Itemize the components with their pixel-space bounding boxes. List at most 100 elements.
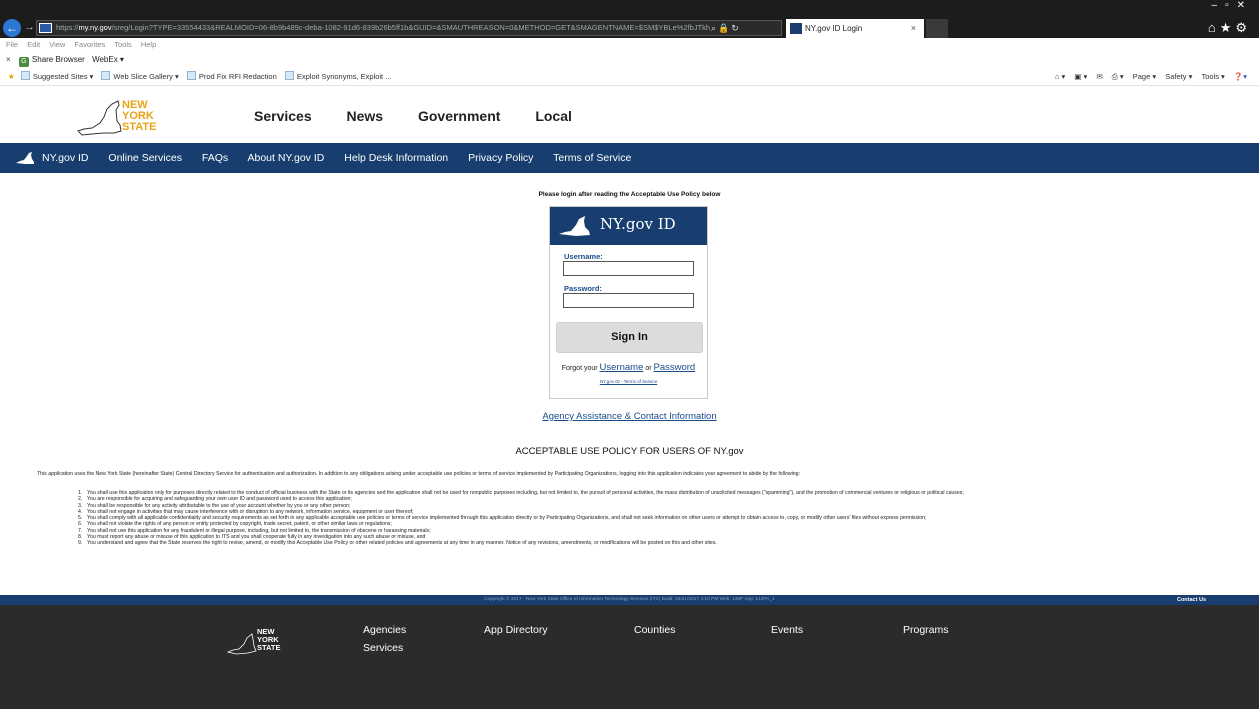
help-icon[interactable]: ❓▾ (1234, 72, 1247, 81)
username-input[interactable] (563, 261, 694, 276)
browser-right-icons: ⌂★⚙ (1208, 20, 1251, 36)
search-icon[interactable]: ⌕ (711, 23, 718, 33)
login-box: NY.gov ID Username: Password: Sign In Fo… (549, 206, 708, 399)
new-york-state-logo[interactable]: NEW YORK STATE (74, 95, 164, 137)
mail-icon[interactable]: ✉ (1096, 72, 1102, 81)
ny-state-icon (559, 216, 590, 236)
nav-help-desk[interactable]: Help Desk Information (344, 152, 448, 164)
menu-favorites[interactable]: Favorites (74, 40, 105, 49)
nav-nygov-id[interactable]: NY.gov ID (42, 152, 89, 164)
menu-tools[interactable]: Tools (114, 40, 132, 49)
topnav-local[interactable]: Local (535, 108, 572, 124)
footer-strip: Copyright © 2017 - New York State Office… (0, 595, 1259, 605)
agency-assistance-link[interactable]: Agency Assistance & Contact Information (0, 411, 1259, 422)
nav-privacy-policy[interactable]: Privacy Policy (468, 152, 533, 164)
settings-gear-icon[interactable]: ⚙ (1235, 20, 1251, 35)
refresh-icon[interactable]: ↻ (731, 23, 741, 33)
favorite-suggested-sites[interactable]: Suggested Sites ▾ (20, 71, 93, 81)
forward-arrow-icon[interactable]: → (24, 21, 35, 33)
url-host: my.ny.gov (78, 23, 112, 32)
safety-menu[interactable]: Safety ▾ (1165, 72, 1192, 81)
back-arrow-icon[interactable]: ← (3, 19, 21, 37)
browser-titlebar: ← → https://my.ny.gov/sreg/Login?TYPE=33… (0, 0, 1259, 38)
footer-link-counties[interactable]: Counties (634, 624, 675, 636)
aup-title: ACCEPTABLE USE POLICY FOR USERS OF NY.go… (515, 446, 744, 457)
footer-logo-state: STATE (257, 643, 280, 652)
site-top-nav: Services News Government Local (254, 108, 603, 124)
favorite-exploit-synonyms[interactable]: Exploit Synonyms, Exploit ... (284, 71, 392, 81)
tab-title: NY.gov ID Login (805, 24, 863, 33)
favorite-page-icon (20, 71, 30, 80)
topnav-services[interactable]: Services (254, 108, 312, 124)
footer-link-programs[interactable]: Programs (903, 624, 949, 636)
share-toolbar: × G Share Browser WebEx ▾ (0, 52, 1259, 67)
topnav-government[interactable]: Government (418, 108, 500, 124)
favorite-page-icon (101, 71, 111, 80)
forgot-or: or (645, 365, 652, 372)
window-controls: –▫✕ (1212, 0, 1254, 11)
forgot-password-link[interactable]: Password (654, 362, 696, 373)
contact-us-link[interactable]: Contact Us (1177, 595, 1206, 605)
footer-new-york-state-logo[interactable]: NEW YORK STATE (226, 624, 286, 656)
password-input[interactable] (563, 293, 694, 308)
terms-of-service-link[interactable]: NY.gov ID - Terms of Service (550, 379, 707, 384)
sign-in-button[interactable]: Sign In (556, 322, 703, 353)
password-label: Password: (564, 284, 602, 293)
footer-link-events[interactable]: Events (771, 624, 803, 636)
aup-intro: This application uses the New York State… (37, 471, 800, 477)
nav-online-services[interactable]: Online Services (108, 152, 182, 164)
favorite-label: Web Slice Gallery ▾ (113, 72, 179, 81)
menu-view[interactable]: View (49, 40, 65, 49)
tab-close-icon[interactable]: × (911, 19, 916, 38)
page-menu[interactable]: Page ▾ (1133, 72, 1156, 81)
lock-icon[interactable]: 🔒 (718, 23, 731, 33)
aup-item-text: You understand and agree that the State … (87, 540, 717, 547)
maximize-icon[interactable]: ▫ (1225, 0, 1237, 11)
footer-link-services[interactable]: Services (363, 642, 403, 654)
favorite-web-slice-gallery[interactable]: Web Slice Gallery ▾ (101, 71, 179, 81)
minimize-icon[interactable]: – (1212, 0, 1226, 11)
forgot-username-link[interactable]: Username (600, 362, 644, 373)
nav-faqs[interactable]: FAQs (202, 152, 228, 164)
menu-edit[interactable]: Edit (27, 40, 40, 49)
address-bar[interactable]: https://my.ny.gov/sreg/Login?TYPE=335544… (36, 20, 782, 36)
share-browser-icon: G (18, 57, 29, 67)
login-intro-text: Please login after reading the Acceptabl… (538, 191, 721, 198)
browser-tab-active[interactable]: NY.gov ID Login × (786, 19, 924, 38)
favorite-page-icon (284, 71, 294, 80)
home-icon[interactable]: ⌂ (1208, 20, 1220, 35)
forgot-prefix: Forgot your (561, 365, 598, 372)
toolbar-close-icon[interactable]: × (6, 55, 11, 64)
favorites-star-icon[interactable]: ★ (1220, 20, 1236, 35)
feeds-icon[interactable]: ▣ ▾ (1074, 72, 1087, 81)
site-footer: NEW YORK STATE Agencies Services App Dir… (0, 605, 1259, 709)
nav-terms-of-service[interactable]: Terms of Service (553, 152, 631, 164)
topnav-news[interactable]: News (347, 108, 384, 124)
list-item: 9. You understand and agree that the Stat… (78, 540, 717, 547)
url-path: /sreg/Login?TYPE=33554433&REALMOID=06-8b… (111, 23, 711, 32)
close-window-icon[interactable]: ✕ (1237, 0, 1253, 11)
favorite-label: Exploit Synonyms, Exploit ... (296, 72, 392, 81)
forgot-credentials: Forgot your Username or Password (550, 362, 707, 373)
favorite-page-icon (186, 71, 196, 80)
site-favicon-icon (39, 23, 52, 33)
print-icon[interactable]: ⎙ ▾ (1112, 72, 1124, 81)
login-box-title: NY.gov ID (600, 215, 676, 233)
home-page-icon[interactable]: ⌂ ▾ (1055, 72, 1065, 81)
browser-menubar: File Edit View Favorites Tools Help (0, 38, 1259, 52)
login-box-header: NY.gov ID (550, 207, 707, 245)
share-browser-button[interactable]: Share Browser (32, 55, 85, 64)
logo-text-state: STATE (122, 121, 156, 133)
menu-file[interactable]: File (6, 40, 18, 49)
footer-link-app-directory[interactable]: App Directory (484, 624, 548, 636)
nav-about[interactable]: About NY.gov ID (247, 152, 324, 164)
tools-menu[interactable]: Tools ▾ (1201, 72, 1224, 81)
menu-help[interactable]: Help (141, 40, 156, 49)
footer-link-agencies[interactable]: Agencies (363, 624, 406, 636)
favorites-star-icon[interactable]: ★ (8, 72, 15, 81)
aup-list: 1. You shall use this application only fo… (78, 490, 1208, 547)
favorite-prod-fix[interactable]: Prod Fix RFI Redaction (186, 71, 277, 81)
url-prefix: https:// (56, 23, 79, 32)
webex-dropdown[interactable]: WebEx ▾ (92, 55, 124, 64)
new-tab-button[interactable] (926, 19, 948, 38)
